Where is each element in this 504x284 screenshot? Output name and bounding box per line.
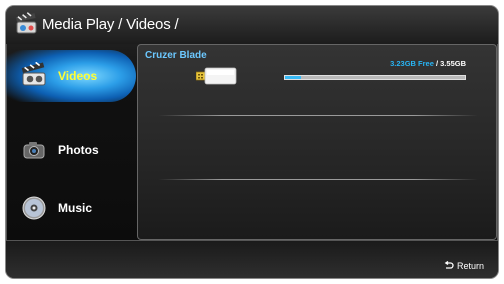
return-label: Return	[456, 261, 484, 271]
sidebar: Videos Photos Music	[6, 44, 136, 240]
media-play-clapper-icon	[15, 12, 37, 34]
usb-drive-icon[interactable]	[196, 67, 238, 85]
clapperboard-icon	[21, 62, 46, 86]
footer-bar: Return	[6, 240, 498, 278]
sidebar-item-label: Music	[58, 201, 93, 215]
sidebar-item-label: Photos	[58, 143, 99, 157]
divider	[158, 115, 478, 116]
storage-total: 3.55GB	[440, 59, 466, 68]
sidebar-item-music[interactable]: Music	[6, 182, 136, 234]
return-button[interactable]: Return	[444, 261, 484, 271]
storage-usage-bar	[284, 75, 466, 80]
sidebar-item-label: Videos	[58, 69, 98, 83]
storage-usage-fill	[285, 76, 302, 79]
device-name: Cruzer Blade	[145, 50, 207, 61]
camera-icon	[23, 142, 45, 159]
title-bar: Media Play / Videos /	[6, 6, 498, 44]
storage-info: 3.23GB Free / 3.55GB	[390, 59, 466, 68]
media-play-window: Media Play / Videos / Videos Photos Musi…	[6, 6, 498, 278]
sidebar-item-videos[interactable]: Videos	[6, 50, 136, 102]
storage-free: 3.23GB Free	[390, 59, 434, 68]
return-arrow-icon	[444, 261, 454, 269]
device-panel: Cruzer Blade 3.23GB Free / 3.55GB	[137, 44, 497, 240]
divider	[158, 179, 478, 180]
sidebar-item-photos[interactable]: Photos	[6, 124, 136, 176]
cd-icon	[22, 196, 46, 220]
page-title: Media Play / Videos /	[42, 16, 179, 33]
